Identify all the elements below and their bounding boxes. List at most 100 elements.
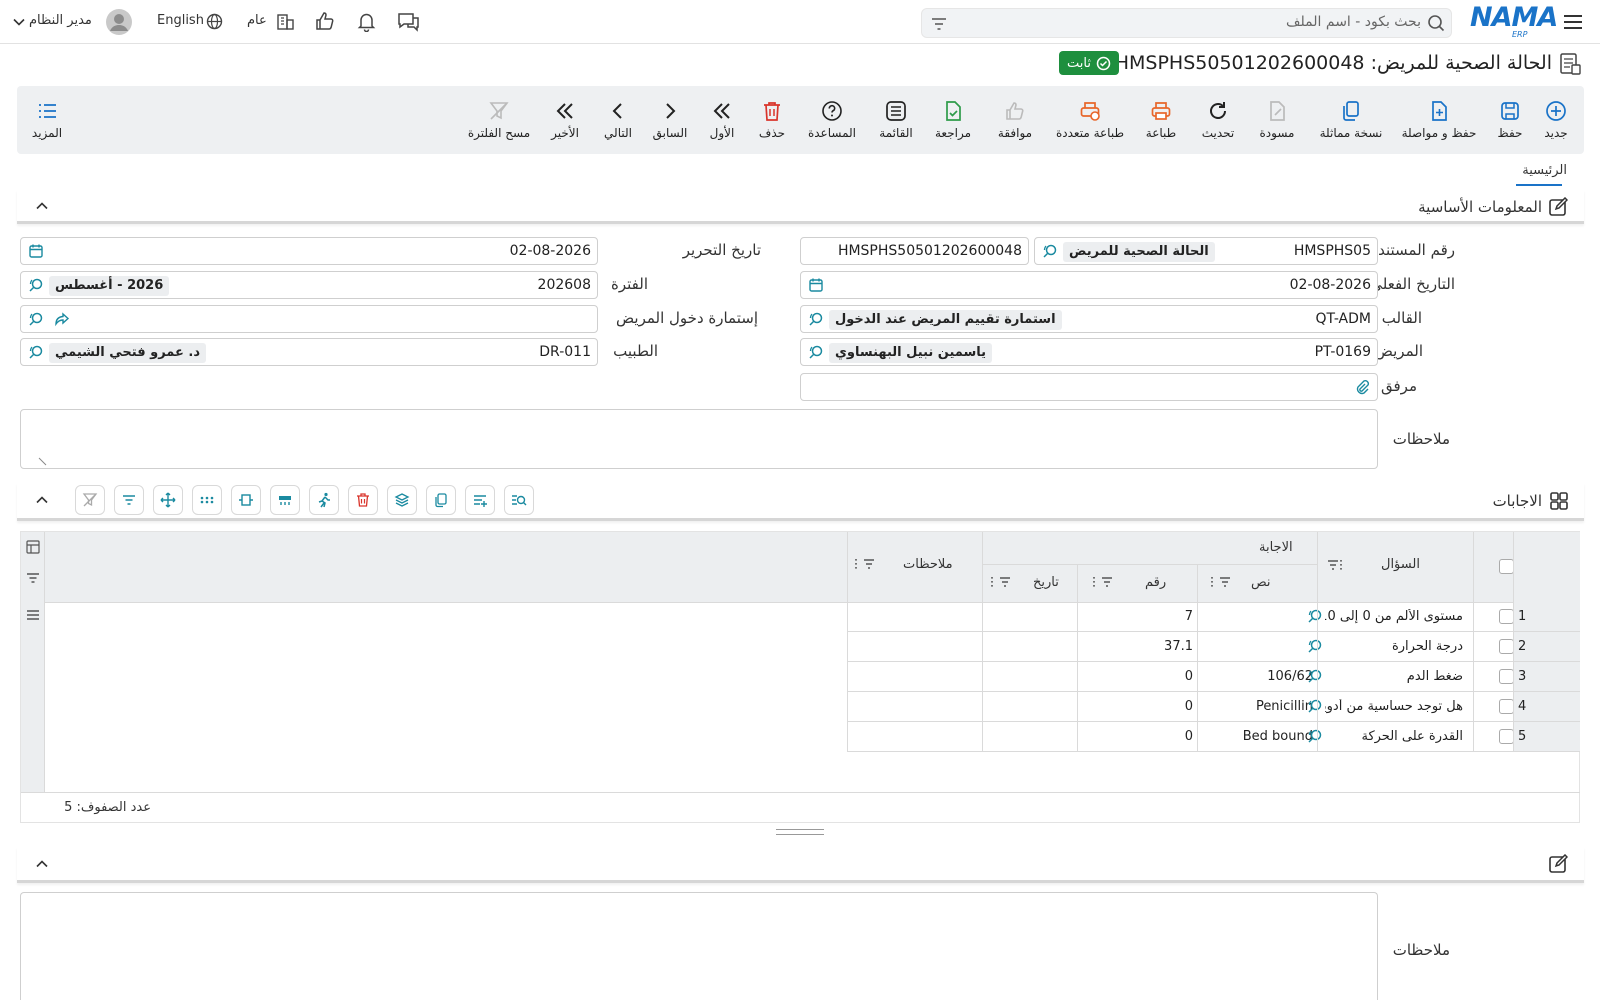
grid-add-row-button[interactable]	[465, 485, 495, 515]
tab-home[interactable]: الرئيسية	[1522, 163, 1567, 178]
col-date-header[interactable]: تاريخ	[1033, 575, 1059, 590]
search-refresh-icon[interactable]	[1307, 608, 1323, 624]
col-notes-filter-icon[interactable]	[852, 557, 880, 571]
search-refresh-icon[interactable]	[1307, 668, 1323, 684]
grid-dots-button[interactable]	[192, 485, 222, 515]
row-checkbox[interactable]	[1499, 669, 1514, 684]
clear-filter-button[interactable]: مسح الفلترة	[466, 86, 532, 154]
actual-date-field[interactable]: 02-08-2026	[800, 271, 1378, 299]
table-row[interactable]: 1 مستوى الألم من 0 إلى 10 7	[21, 602, 1580, 632]
period-field[interactable]: 202608 2026 - أغسطس	[20, 271, 598, 299]
language-switch[interactable]: English	[157, 13, 204, 28]
next-button[interactable]: التالي	[598, 86, 638, 154]
notes-textarea[interactable]	[20, 409, 1378, 469]
delete-button[interactable]: حذف	[752, 86, 792, 154]
multi-print-button[interactable]: طباعة متعددة	[1052, 86, 1128, 154]
grid-delete-button[interactable]	[348, 485, 378, 515]
grid-columns-button[interactable]	[270, 485, 300, 515]
calendar-icon[interactable]	[808, 277, 824, 293]
row-checkbox[interactable]	[1499, 639, 1514, 654]
grid-filter-button[interactable]	[114, 485, 144, 515]
collapse-chevron-up-icon[interactable]	[35, 857, 49, 871]
select-all-checkbox[interactable]	[1499, 559, 1514, 574]
user-avatar[interactable]	[105, 8, 133, 36]
first-button[interactable]: الأول	[702, 86, 742, 154]
row-checkbox[interactable]	[1499, 729, 1514, 744]
row-checkbox[interactable]	[1499, 699, 1514, 714]
attachment-field[interactable]	[800, 373, 1378, 401]
table-row[interactable]: 5 القدرة على الحركة Bed bound 0	[21, 722, 1580, 752]
refresh-button[interactable]: تحديث	[1196, 86, 1240, 154]
scope-label[interactable]: عام	[247, 13, 267, 28]
calendar-icon[interactable]	[28, 243, 44, 259]
review-button[interactable]: مراجعة	[930, 86, 976, 154]
col-text-header[interactable]: نص	[1251, 575, 1271, 590]
bottom-notes-textarea[interactable]	[20, 892, 1378, 1000]
user-menu-chevron-icon[interactable]	[12, 15, 26, 29]
resize-handle-icon[interactable]	[38, 457, 47, 466]
row-checkbox[interactable]	[1499, 609, 1514, 624]
edit-date-field[interactable]: 02-08-2026	[20, 237, 598, 265]
col-number-header[interactable]: رقم	[1145, 575, 1166, 590]
doc-full-number-field[interactable]: HMSPHS50501202600048	[800, 237, 1029, 265]
search-refresh-icon[interactable]	[808, 344, 824, 360]
help-button[interactable]: المساعدة	[804, 86, 860, 154]
bell-icon[interactable]	[356, 11, 377, 32]
search-refresh-icon[interactable]	[1307, 698, 1323, 714]
more-button[interactable]: المزيد	[26, 86, 68, 154]
grid-clear-filter-button[interactable]	[75, 485, 105, 515]
grid-run-button[interactable]	[309, 485, 339, 515]
edit-icon[interactable]	[1548, 854, 1568, 874]
approve-button[interactable]: موافقة	[990, 86, 1040, 154]
grid-move-button[interactable]	[153, 485, 183, 515]
col-text-filter-icon[interactable]	[1208, 575, 1236, 589]
search-refresh-icon[interactable]	[1042, 243, 1058, 259]
template-field[interactable]: QT-ADM استمارة تقييم المريض عند الدخول	[800, 305, 1378, 333]
search-refresh-icon[interactable]	[1307, 638, 1323, 654]
building-icon[interactable]	[276, 12, 295, 31]
chat-icon[interactable]	[397, 11, 420, 32]
side-filter-icon[interactable]	[26, 571, 40, 585]
table-settings-icon[interactable]	[26, 540, 40, 554]
collapse-chevron-up-icon[interactable]	[35, 199, 49, 213]
search-input[interactable]: بحث بكود - اسم الملف	[1286, 14, 1421, 30]
paperclip-icon[interactable]	[1354, 379, 1370, 395]
share-arrow-icon[interactable]	[54, 311, 70, 327]
table-row[interactable]: 4 هل توجد حساسية من أدوية؟ Penicillin 0	[21, 692, 1580, 722]
col-question-filter-icon[interactable]	[1327, 558, 1343, 572]
col-notes-header[interactable]: ملاحظات	[903, 557, 953, 572]
admission-form-field[interactable]	[20, 305, 598, 333]
grid-layers-button[interactable]	[387, 485, 417, 515]
doc-number-field[interactable]: HMSPHS05 الحالة الصحية للمريض	[1034, 237, 1378, 265]
search-refresh-icon[interactable]	[28, 344, 44, 360]
duplicate-button[interactable]: نسخة مماثلة	[1313, 86, 1389, 154]
print-button[interactable]: طباعة	[1139, 86, 1183, 154]
last-button[interactable]: الأخير	[545, 86, 585, 154]
previous-button[interactable]: السابق	[650, 86, 690, 154]
globe-icon[interactable]	[206, 13, 223, 30]
save-continue-button[interactable]: حفظ و مواصلة	[1396, 86, 1482, 154]
hamburger-menu-icon[interactable]	[1562, 11, 1584, 33]
search-box[interactable]: بحث بكود - اسم الملف	[921, 8, 1452, 38]
table-row[interactable]: 3 ضغط الدم 106/62 0	[21, 662, 1580, 692]
grid-copy-button[interactable]	[426, 485, 456, 515]
search-refresh-icon[interactable]	[1307, 728, 1323, 744]
filter-icon[interactable]	[930, 15, 948, 33]
resize-splitter[interactable]	[776, 829, 824, 835]
save-button[interactable]: حفظ	[1488, 86, 1532, 154]
grid-search-button[interactable]	[504, 485, 534, 515]
list-button[interactable]: القائمة	[873, 86, 919, 154]
table-row[interactable]: 2 درجة الحرارة 37.1	[21, 632, 1580, 662]
grid-fit-button[interactable]	[231, 485, 261, 515]
search-refresh-icon[interactable]	[808, 311, 824, 327]
col-date-filter-icon[interactable]	[988, 575, 1016, 589]
collapse-chevron-up-icon[interactable]	[35, 493, 49, 507]
doctor-field[interactable]: DR-011 د. عمرو فتحي الشيمي	[20, 338, 598, 366]
patient-field[interactable]: PT-0169 ياسمين نبيل البهنساوي	[800, 338, 1378, 366]
new-button[interactable]: جديد	[1536, 86, 1576, 154]
search-refresh-icon[interactable]	[28, 277, 44, 293]
col-question-header[interactable]: السؤال	[1381, 557, 1420, 572]
app-logo[interactable]: NAMA	[1470, 2, 1558, 33]
search-refresh-icon[interactable]	[28, 311, 44, 327]
col-number-filter-icon[interactable]	[1090, 575, 1118, 589]
